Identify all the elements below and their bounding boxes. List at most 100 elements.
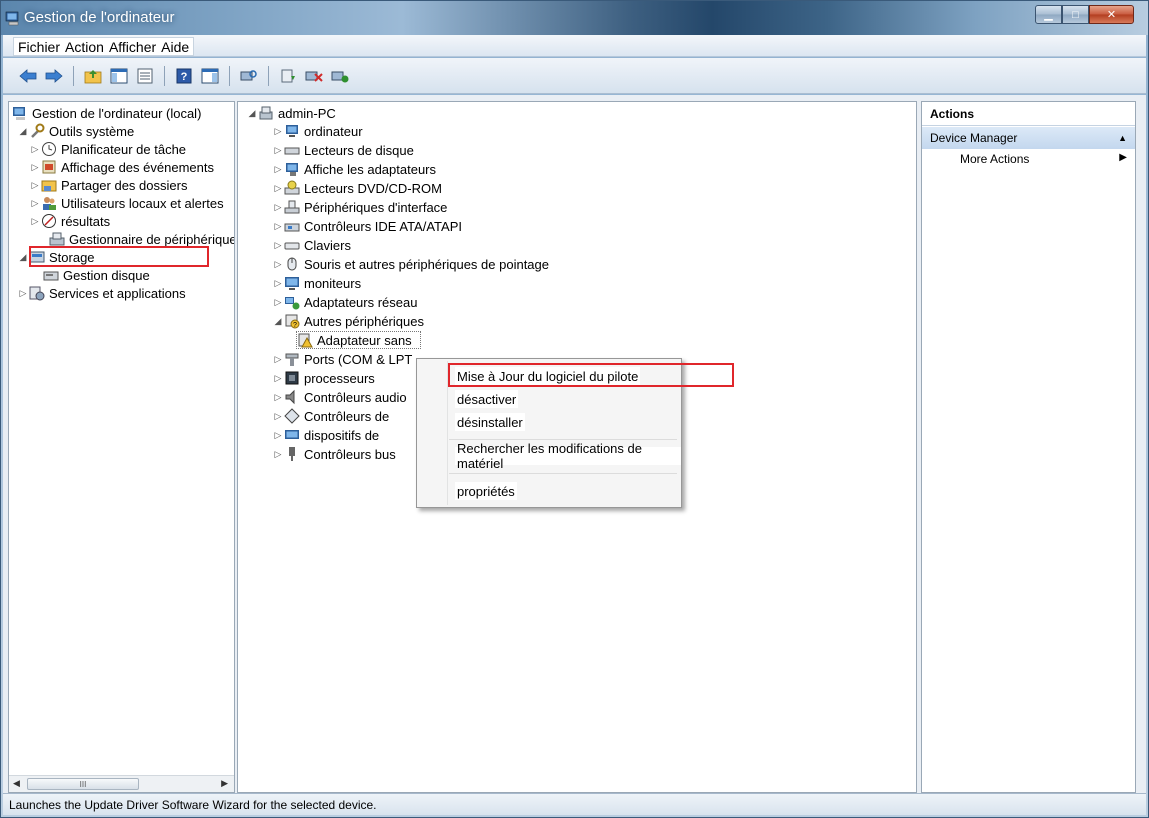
tree-item-event-viewer[interactable]: ▷ Affichage des événements [29, 158, 214, 176]
tree-item-services-apps[interactable]: ▷ Services et applications [17, 284, 186, 302]
scroll-left-icon[interactable]: ◀ [13, 778, 20, 789]
expand-arrow-icon[interactable]: ▷ [272, 164, 284, 175]
tree-label: Contrôleurs de [304, 408, 390, 424]
show-hide-tree-button[interactable] [108, 66, 130, 86]
back-button[interactable] [17, 66, 39, 86]
tree-item-task-scheduler[interactable]: ▷ Planificateur de tâche [29, 140, 187, 158]
collapse-arrow-icon[interactable]: ◢ [17, 252, 29, 263]
more-actions-link[interactable]: More Actions [960, 152, 1029, 166]
update-driver-button[interactable] [277, 66, 299, 86]
expand-arrow-icon[interactable]: ▷ [272, 430, 284, 441]
menu-item-uninstall[interactable]: désinstaller [455, 413, 525, 431]
expand-arrow-icon[interactable]: ▷ [29, 144, 41, 155]
device-category-storage-controllers[interactable]: ▷ Contrôleurs de [272, 407, 389, 425]
device-category-usb[interactable]: ▷ Contrôleurs bus [272, 445, 396, 463]
close-button[interactable]: ✕ [1089, 5, 1134, 24]
export-list-button[interactable] [134, 66, 156, 86]
expand-arrow-icon[interactable]: ▷ [272, 202, 284, 213]
expand-arrow-icon[interactable]: ▷ [272, 126, 284, 137]
pc-icon [259, 106, 273, 120]
tree-item-performance[interactable]: ▷ résultats [29, 212, 111, 230]
device-category-ide[interactable]: ▷ Contrôleurs IDE ATA/ATAPI [272, 217, 462, 235]
maximize-icon: □ [1072, 8, 1079, 21]
device-root[interactable]: ◢ admin-PC [246, 104, 336, 122]
collapse-arrow-icon[interactable]: ◢ [272, 316, 284, 327]
scroll-right-icon[interactable]: ▶ [221, 778, 228, 789]
expand-arrow-icon[interactable]: ▷ [29, 162, 41, 173]
window-title: Gestion de l'ordinateur [24, 9, 175, 26]
device-category-system-devices[interactable]: ▷ dispositifs de [272, 426, 380, 444]
expand-arrow-icon[interactable]: ▷ [272, 259, 284, 270]
device-category-audio[interactable]: ▷ Contrôleurs audio [272, 388, 407, 406]
title-bar[interactable]: Gestion de l'ordinateur ▁ □ ✕ [1, 1, 1148, 35]
expand-arrow-icon[interactable]: ▷ [272, 392, 284, 403]
tree-item-system-tools[interactable]: ◢ Outils système [17, 122, 134, 140]
expand-arrow-icon[interactable]: ▷ [29, 216, 41, 227]
device-category-other[interactable]: ◢ ? Autres périphériques [272, 312, 424, 330]
forward-button[interactable] [43, 66, 65, 86]
menu-action[interactable]: Action [65, 39, 104, 55]
expand-arrow-icon[interactable]: ▷ [29, 198, 41, 209]
device-wireless-adapter[interactable]: Adaptateur sans [296, 331, 421, 349]
scan-hardware-button[interactable] [238, 66, 260, 86]
minimize-button[interactable]: ▁ [1035, 5, 1062, 24]
expand-arrow-icon[interactable]: ▷ [17, 288, 29, 299]
device-category-disk-drives[interactable]: ▷ Lecteurs de disque [272, 141, 414, 159]
scan-hardware-icon [240, 69, 257, 80]
help-button[interactable]: ? [173, 66, 195, 86]
show-action-pane-button[interactable] [199, 66, 221, 86]
up-folder-button[interactable] [82, 66, 104, 86]
horizontal-scrollbar[interactable]: ◀ III ▶ [9, 775, 234, 792]
device-category-display-adapters[interactable]: ▷ Affiche les adaptateurs [272, 160, 436, 178]
device-category-ports[interactable]: ▷ Ports (COM & LPT [272, 350, 413, 368]
expand-arrow-icon[interactable]: ▷ [272, 411, 284, 422]
expand-arrow-icon[interactable]: ▷ [272, 240, 284, 251]
controller-icon [284, 408, 300, 424]
users-icon [43, 197, 56, 210]
maximize-button[interactable]: □ [1062, 5, 1089, 24]
device-category-network[interactable]: ▷ Adaptateurs réseau [272, 293, 417, 311]
scrollbar-thumb[interactable]: III [27, 778, 139, 790]
expand-arrow-icon[interactable]: ▷ [272, 373, 284, 384]
collapse-up-icon[interactable]: ▲ [1118, 133, 1127, 143]
expand-arrow-icon[interactable]: ▷ [272, 145, 284, 156]
tree-label: Gestion de l'ordinateur (local) [32, 105, 202, 121]
expand-arrow-icon[interactable]: ▷ [272, 183, 284, 194]
enable-device-button[interactable] [329, 66, 351, 86]
device-category-hid[interactable]: ▷ Périphériques d'interface [272, 198, 448, 216]
device-manager-section[interactable]: Device Manager ▲ [922, 127, 1135, 149]
expand-arrow-icon[interactable]: ▷ [272, 297, 284, 308]
menu-item-scan-hardware[interactable]: Rechercher les modifications de matériel [455, 441, 681, 471]
menu-afficher[interactable]: Afficher [109, 39, 156, 55]
menu-item-disable[interactable]: désactiver [455, 390, 519, 408]
toolbar-separator [229, 65, 230, 86]
submenu-arrow-icon[interactable]: ▶ [1119, 152, 1127, 163]
menu-item-properties[interactable]: propriétés [455, 482, 517, 500]
expand-arrow-icon[interactable]: ▷ [272, 354, 284, 365]
tree-item-local-users[interactable]: ▷ Utilisateurs locaux et alertes [29, 194, 224, 212]
expand-arrow-icon[interactable]: ▷ [272, 449, 284, 460]
more-actions-label: More Actions [960, 152, 1030, 166]
device-category-processors[interactable]: ▷ processeurs [272, 369, 375, 387]
device-category-dvd-cdrom[interactable]: ▷ Lecteurs DVD/CD-ROM [272, 179, 442, 197]
device-category-computer[interactable]: ▷ ordinateur [272, 122, 363, 140]
device-category-monitors[interactable]: ▷ moniteurs [272, 274, 362, 292]
tree-item-shared-folders[interactable]: ▷ Partager des dossiers [29, 176, 188, 194]
collapse-arrow-icon[interactable]: ◢ [246, 108, 258, 119]
uninstall-device-button[interactable] [303, 66, 325, 86]
client-area: Gestion de l'ordinateur (local) ◢ Outils… [3, 95, 1146, 793]
expand-arrow-icon[interactable]: ▷ [272, 221, 284, 232]
device-category-keyboards[interactable]: ▷ Claviers [272, 236, 351, 254]
menu-aide[interactable]: Aide [161, 39, 189, 55]
collapse-arrow-icon[interactable]: ◢ [17, 126, 29, 137]
device-category-mice[interactable]: ▷ Souris et autres périphériques de poin… [272, 255, 549, 273]
console-tree-icon [110, 68, 128, 83]
toolbar: ? [3, 58, 1146, 94]
tree-item-computer-management[interactable]: Gestion de l'ordinateur (local) [12, 104, 201, 122]
toolbar-separator [73, 65, 74, 86]
expand-arrow-icon[interactable]: ▷ [272, 278, 284, 289]
tree-label: Lecteurs de disque [304, 142, 414, 158]
menu-fichier[interactable]: Fichier [18, 39, 60, 55]
tree-item-disk-management[interactable]: Gestion disque [43, 266, 150, 284]
expand-arrow-icon[interactable]: ▷ [29, 180, 41, 191]
